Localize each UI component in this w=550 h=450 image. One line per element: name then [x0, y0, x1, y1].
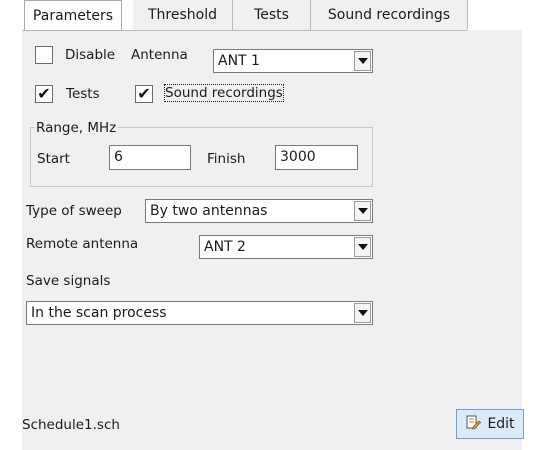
tab-label: Threshold [148, 7, 217, 23]
chevron-down-icon[interactable] [354, 303, 371, 323]
antenna-select-value: ANT 1 [218, 53, 260, 69]
save-signals-label: Save signals [26, 273, 111, 289]
sweep-type-label: Type of sweep [26, 203, 122, 219]
chevron-down-icon[interactable] [354, 51, 371, 71]
remote-antenna-label: Remote antenna [26, 236, 139, 252]
antenna-select[interactable]: ANT 1 [213, 49, 373, 73]
disable-checkbox[interactable] [35, 46, 53, 64]
remote-antenna-select[interactable]: ANT 2 [199, 235, 373, 259]
chevron-down-icon[interactable] [354, 201, 371, 221]
tab-sound-recordings[interactable]: Sound recordings [311, 0, 468, 30]
remote-antenna-value: ANT 2 [204, 239, 246, 255]
antenna-label: Antenna [131, 47, 188, 63]
schedule-filename: Schedule1.sch [22, 417, 120, 433]
sound-recordings-label: Sound recordings [164, 84, 284, 102]
range-group-title: Range, MHz [34, 120, 119, 136]
tab-divider [22, 30, 467, 31]
edit-button-label: Edit [487, 416, 515, 432]
edit-button[interactable]: Edit [456, 409, 524, 439]
tests-checkbox[interactable]: ✔ [35, 85, 53, 103]
disable-label: Disable [65, 47, 116, 63]
finish-label: Finish [207, 151, 246, 167]
tab-threshold[interactable]: Threshold [133, 0, 233, 30]
tab-label: Parameters [32, 8, 114, 24]
start-label: Start [37, 151, 70, 167]
edit-icon [465, 414, 482, 434]
save-signals-select[interactable]: In the scan process [26, 301, 373, 325]
start-input[interactable]: 6 [109, 145, 191, 170]
tab-label: Sound recordings [327, 7, 451, 23]
sweep-type-select[interactable]: By two antennas [145, 199, 373, 223]
sound-recordings-checkbox[interactable]: ✔ [135, 85, 153, 103]
sweep-type-value: By two antennas [150, 203, 268, 219]
tab-label: Tests [254, 7, 289, 23]
tab-tests[interactable]: Tests [233, 0, 311, 30]
checkmark-icon: ✔ [37, 84, 51, 103]
save-signals-value: In the scan process [31, 305, 167, 321]
tests-label: Tests [66, 86, 100, 102]
tab-parameters[interactable]: Parameters [24, 0, 122, 31]
chevron-down-icon[interactable] [354, 237, 371, 257]
checkmark-icon: ✔ [137, 84, 151, 103]
finish-input[interactable]: 3000 [275, 145, 358, 170]
